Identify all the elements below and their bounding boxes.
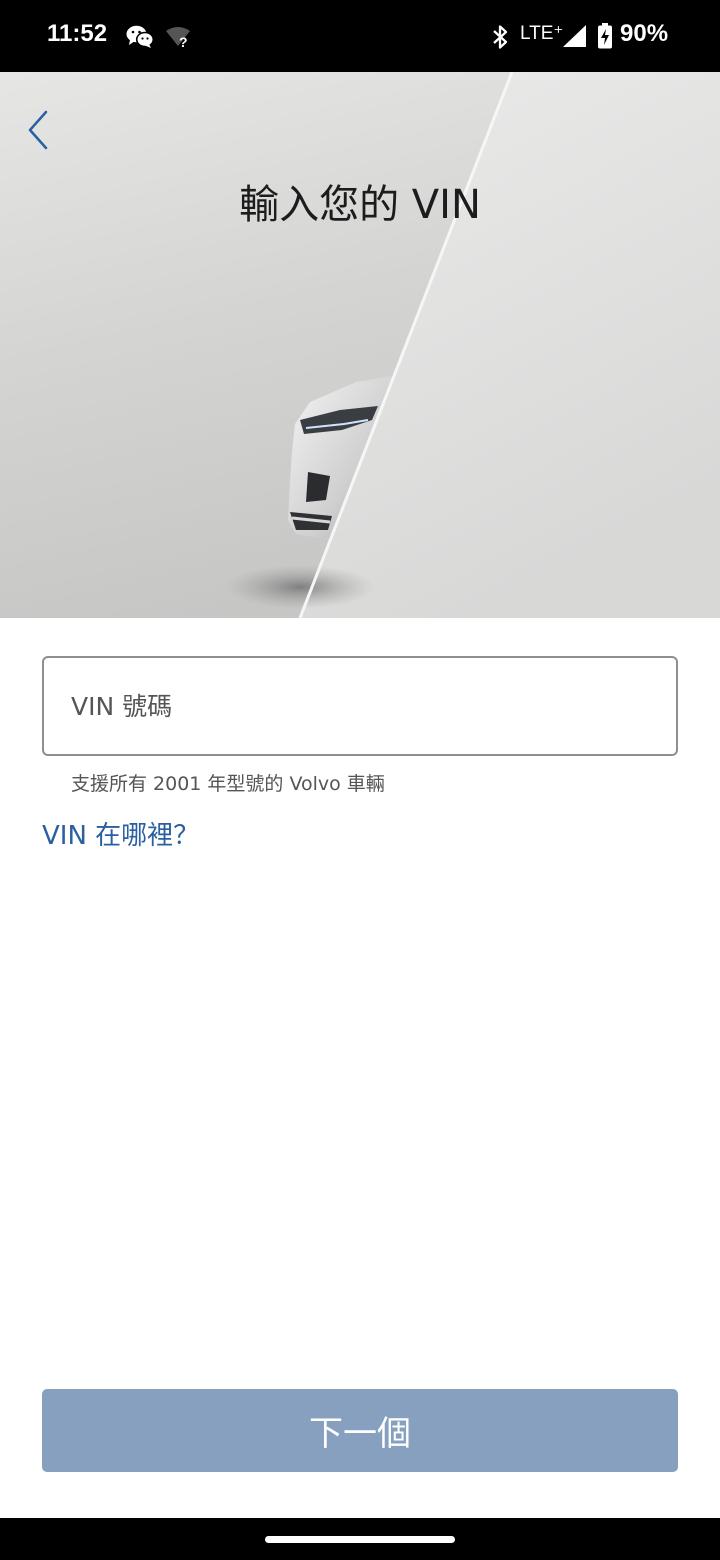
- where-is-vin-link[interactable]: VIN 在哪裡？: [42, 815, 199, 852]
- car-hero-image: [0, 72, 720, 618]
- battery-charging-icon: [597, 23, 613, 53]
- wifi-unknown-icon: ?: [165, 26, 193, 52]
- back-button[interactable]: [18, 106, 62, 154]
- vin-helper-text: 支援所有 2001 年型號的 Volvo 車輛: [71, 773, 385, 795]
- system-nav-bar: [0, 1518, 720, 1560]
- bluetooth-icon: [491, 24, 511, 54]
- home-indicator[interactable]: [265, 1536, 455, 1543]
- vin-input-container[interactable]: [42, 656, 678, 756]
- app-screen: 11:52 ? LTE⁺ 90% 輸入您的 VIN VIN 號碼 支援所有 20…: [0, 0, 720, 1560]
- svg-text:?: ?: [179, 34, 188, 48]
- chevron-left-icon: [28, 110, 48, 150]
- battery-percent: 90%: [620, 20, 669, 47]
- status-time: 11:52: [47, 20, 108, 47]
- next-button[interactable]: 下一個: [42, 1389, 678, 1472]
- hero-banner: 輸入您的 VIN: [0, 72, 720, 618]
- wechat-icon: [126, 25, 155, 53]
- vin-input[interactable]: [44, 658, 676, 754]
- status-bar: 11:52 ? LTE⁺ 90%: [0, 0, 720, 72]
- page-title: 輸入您的 VIN: [239, 182, 481, 228]
- network-type: LTE⁺: [520, 23, 564, 44]
- signal-icon: [563, 25, 587, 51]
